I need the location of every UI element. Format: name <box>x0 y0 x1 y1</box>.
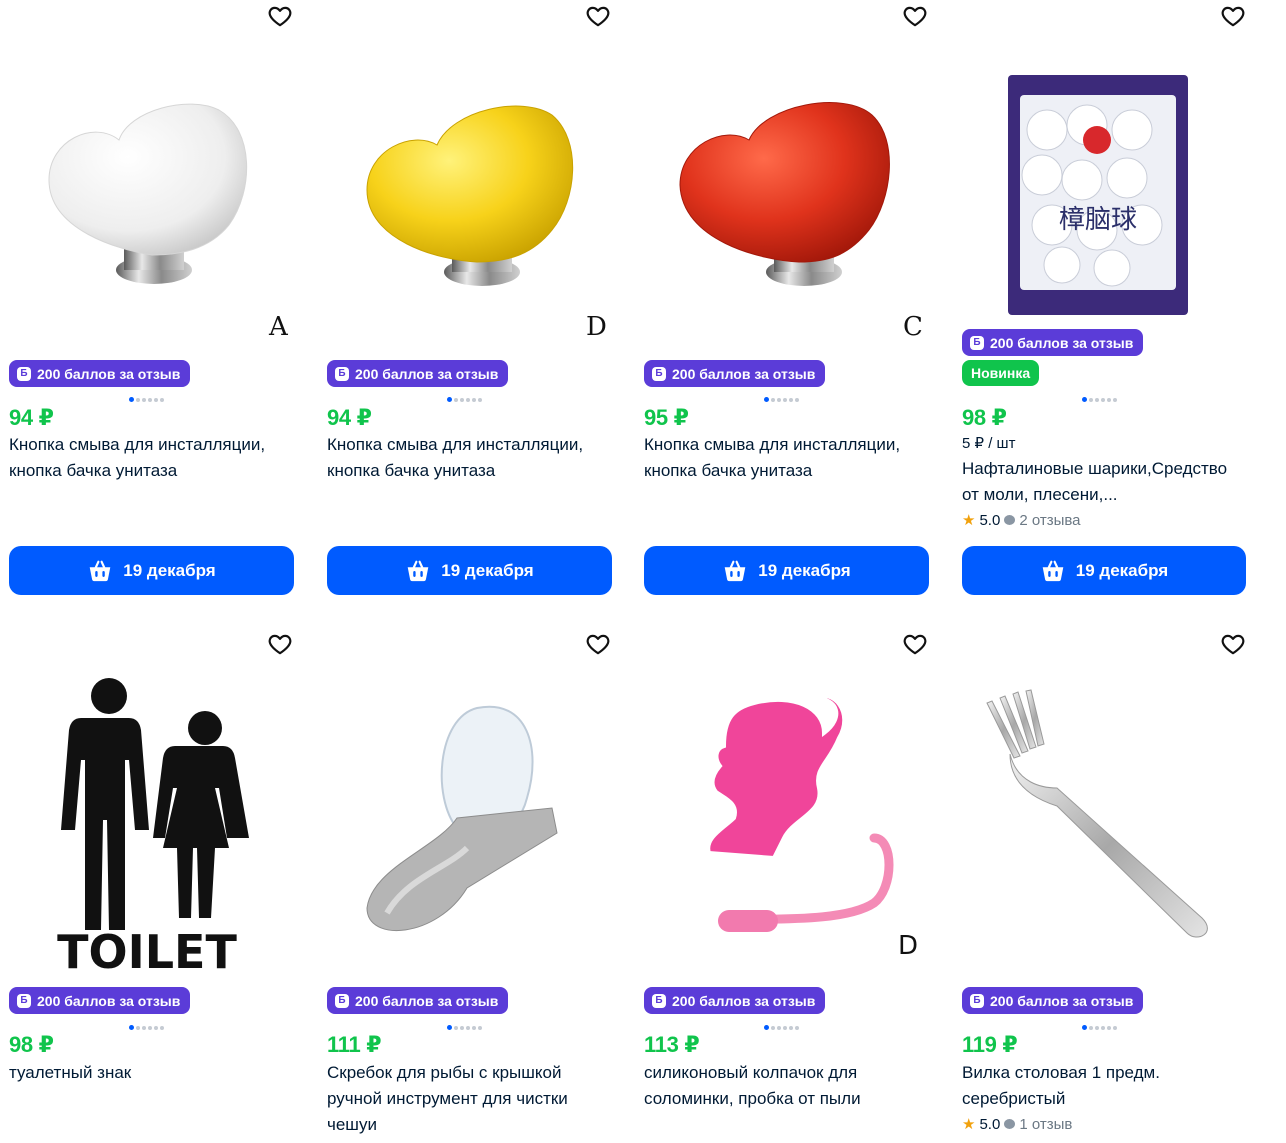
favorite-heart-icon[interactable] <box>583 1 613 31</box>
product-image[interactable] <box>962 688 1248 948</box>
image-pager-dots[interactable] <box>1082 397 1117 402</box>
product-title[interactable]: Кнопка смыва для инсталляции, кнопка бачк… <box>644 432 930 484</box>
product-rating[interactable]: ★ 5.0 2 отзыва <box>962 511 1081 530</box>
points-badge: Б 200 баллов за отзыв <box>327 987 509 1014</box>
points-icon: Б <box>335 366 349 381</box>
overlay-letter: D <box>898 931 919 961</box>
product-title[interactable]: Кнопка смыва для инсталляции, кнопка бачк… <box>9 432 295 484</box>
favorite-heart-icon[interactable] <box>265 1 295 31</box>
points-badge: Б 200 баллов за отзыв <box>327 360 509 387</box>
image-pager-dots[interactable] <box>764 1025 799 1030</box>
product-title[interactable]: силиконовый колпачок для соломинки, пробк… <box>644 1060 930 1112</box>
product-image[interactable] <box>9 40 295 340</box>
product-image[interactable] <box>644 40 930 340</box>
product-title[interactable]: Нафталиновые шарики,Средство от моли, пле… <box>962 456 1248 508</box>
image-pager-dots[interactable] <box>1082 1025 1117 1030</box>
unit-price: 5 ₽ / шт <box>962 435 1016 452</box>
product-price: 95 ₽ <box>644 405 689 430</box>
package-text: 樟脑球 <box>1059 205 1137 235</box>
product-image[interactable]: 樟脑球 <box>962 70 1248 320</box>
image-pager-dots[interactable] <box>447 397 482 402</box>
product-price: 113 ₽ <box>644 1032 700 1057</box>
speech-bubble-icon <box>1004 1119 1016 1129</box>
overlay-letter: A <box>269 312 288 342</box>
points-badge: Б 200 баллов за отзыв <box>644 360 826 387</box>
points-icon: Б <box>17 366 31 381</box>
product-title[interactable]: Скребок для рыбы с крышкой ручной инструм… <box>327 1060 613 1138</box>
product-image[interactable] <box>327 688 613 948</box>
image-pager-dots[interactable] <box>129 1025 164 1030</box>
image-pager-dots[interactable] <box>129 397 164 402</box>
add-to-cart-button[interactable]: 19 декабря <box>962 546 1246 595</box>
product-price: 98 ₽ <box>9 1032 54 1057</box>
product-image[interactable] <box>644 688 930 948</box>
product-title[interactable]: туалетный знак <box>9 1060 295 1086</box>
favorite-heart-icon[interactable] <box>1218 1 1248 31</box>
product-image[interactable] <box>327 40 613 340</box>
points-badge: Б 200 баллов за отзыв <box>644 987 826 1014</box>
product-title[interactable]: Кнопка смыва для инсталляции, кнопка бачк… <box>327 432 613 484</box>
points-icon: Б <box>970 335 984 350</box>
product-title[interactable]: Вилка столовая 1 предм. серебристый <box>962 1060 1248 1112</box>
star-icon: ★ <box>962 1116 976 1133</box>
image-pager-dots[interactable] <box>764 397 799 402</box>
basket-icon <box>87 558 113 584</box>
product-price: 98 ₽ <box>962 405 1007 430</box>
favorite-heart-icon[interactable] <box>900 629 930 659</box>
favorite-heart-icon[interactable] <box>583 629 613 659</box>
points-badge: Б 200 баллов за отзыв <box>9 987 191 1014</box>
product-price: 119 ₽ <box>962 1032 1018 1057</box>
product-price: 111 ₽ <box>327 1032 382 1057</box>
points-icon: Б <box>652 993 666 1008</box>
add-to-cart-button[interactable]: 19 декабря <box>9 546 294 595</box>
speech-bubble-icon <box>1004 515 1016 525</box>
image-pager-dots[interactable] <box>447 1025 482 1030</box>
points-icon: Б <box>17 993 31 1008</box>
favorite-heart-icon[interactable] <box>265 629 295 659</box>
points-icon: Б <box>970 993 984 1008</box>
product-image[interactable]: TOILET <box>9 668 295 978</box>
favorite-heart-icon[interactable] <box>1218 629 1248 659</box>
basket-icon <box>1040 558 1066 584</box>
points-icon: Б <box>335 993 349 1008</box>
new-badge: Новинка <box>962 360 1040 386</box>
product-rating[interactable]: ★ 5.0 1 отзыв <box>962 1115 1072 1134</box>
overlay-letter: D <box>586 312 607 342</box>
product-price: 94 ₽ <box>9 405 54 430</box>
favorite-heart-icon[interactable] <box>900 1 930 31</box>
basket-icon <box>405 558 431 584</box>
add-to-cart-button[interactable]: 19 декабря <box>644 546 929 595</box>
star-icon: ★ <box>962 512 976 529</box>
points-badge: Б 200 баллов за отзыв <box>962 329 1144 356</box>
points-badge: Б 200 баллов за отзыв <box>9 360 191 387</box>
add-to-cart-button[interactable]: 19 декабря <box>327 546 612 595</box>
points-icon: Б <box>652 366 666 381</box>
basket-icon <box>722 558 748 584</box>
overlay-letter: C <box>903 312 923 342</box>
product-price: 94 ₽ <box>327 405 372 430</box>
toilet-sign-text: TOILET <box>57 925 237 978</box>
points-badge: Б 200 баллов за отзыв <box>962 987 1144 1014</box>
